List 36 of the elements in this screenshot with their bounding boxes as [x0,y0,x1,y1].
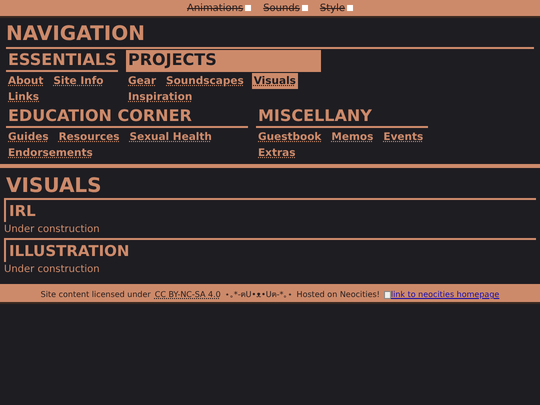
nav-link[interactable]: Sexual Health [128,129,214,145]
section-heading[interactable]: EDUCATION CORNER [6,106,248,128]
toggle-label: Animations [186,2,244,16]
nav-link[interactable]: Gear [126,73,158,89]
nav-link[interactable]: Resources [56,129,122,145]
checkbox[interactable] [245,5,252,11]
nav-link[interactable]: Extras [256,145,298,161]
section-title: ILLUSTRATION [4,238,536,262]
section-heading[interactable]: MISCELLANY [256,106,428,128]
toggle-label: Sounds [263,2,300,16]
nav-link[interactable]: Guides [6,129,51,145]
section-text: Under construction [4,263,101,277]
decoration: ⋆｡*-ฅU•ᴥ•Uฅ-*｡⋆ [224,289,293,301]
nav-link[interactable]: Events [381,129,426,145]
section-heading[interactable]: PROJECTS [126,50,321,72]
section-heading[interactable]: ESSENTIALS [6,50,118,72]
toggle-label: Style [320,2,346,16]
nav-link[interactable]: Memos [329,129,376,145]
license-link[interactable]: CC BY-NC-SA 4.0 [154,289,221,301]
nav-link[interactable]: Links [6,89,41,105]
hosted-text: Hosted on Neocities! [296,289,380,301]
section-text: Under construction [4,223,101,237]
section-title: IRL [4,198,536,222]
broken-image-icon [384,291,391,299]
checkbox[interactable] [302,5,308,11]
nav-link[interactable]: Endorsements [6,145,95,161]
nav-link[interactable]: About [6,73,46,89]
nav-link[interactable]: Site Info [51,73,106,89]
checkbox[interactable] [347,5,354,11]
nav-link[interactable]: Guestbook [256,129,324,145]
page-title: VISUALS [5,172,103,198]
footer-text: Site content licensed under [40,289,151,301]
neocities-link[interactable]: link to neocities homepage [384,289,500,301]
nav-link[interactable]: Visuals [252,73,298,89]
nav-link[interactable]: Inspiration [126,89,194,105]
nav-link[interactable]: Soundscapes [164,73,246,89]
